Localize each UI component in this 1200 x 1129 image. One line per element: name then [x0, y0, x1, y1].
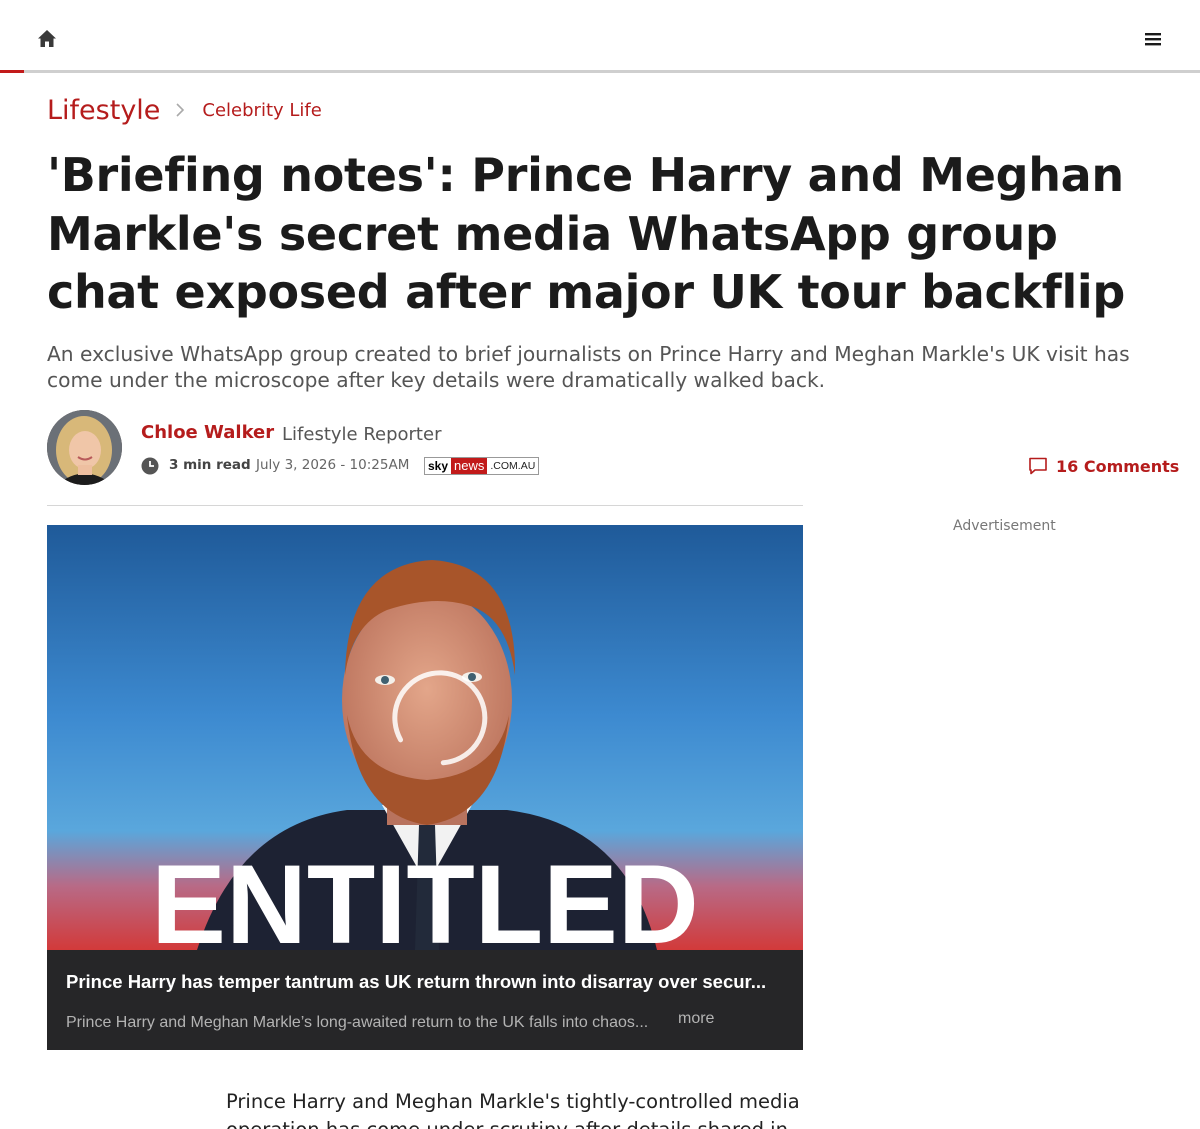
video-overlay-text: ENTITLED: [151, 842, 699, 950]
logo-news-text: news: [451, 458, 488, 474]
comments-count: 16 Comments: [1056, 456, 1180, 476]
clock-icon: [141, 457, 159, 475]
article-body: Prince Harry and Meghan Markle's tightly…: [226, 1088, 806, 1129]
breadcrumb: Lifestyle Celebrity Life: [47, 92, 322, 128]
nav-divider: [0, 70, 1200, 73]
article-standfirst: An exclusive WhatsApp group created to b…: [47, 342, 1130, 392]
sky-news-logo: sky news .COM.AU: [424, 457, 540, 475]
breadcrumb-subsection-link[interactable]: Celebrity Life: [202, 100, 321, 121]
video-title: Prince Harry has temper tantrum as UK re…: [66, 971, 767, 992]
comment-icon: [1028, 456, 1048, 476]
top-nav-bar: [0, 0, 1200, 73]
author-avatar[interactable]: [47, 410, 122, 485]
comments-link[interactable]: 16 Comments: [1028, 456, 1179, 476]
logo-domain-text: .COM.AU: [487, 458, 539, 474]
publish-date: July 3, 2026 - 10:25AM: [256, 457, 410, 473]
video-thumbnail: ENTITLED: [47, 525, 803, 950]
article-headline: 'Briefing notes': Prince Harry and Megha…: [47, 148, 1126, 319]
video-more-link[interactable]: more: [678, 1010, 714, 1028]
video-caption: Prince Harry has temper tantrum as UK re…: [47, 950, 803, 1050]
byline-divider: [47, 505, 803, 506]
logo-sky-text: sky: [425, 458, 452, 474]
author-name-link[interactable]: Chloe Walker: [141, 422, 274, 443]
article-body-line: Prince Harry and Meghan Markle's tightly…: [226, 1090, 800, 1113]
breadcrumb-section-link[interactable]: Lifestyle: [47, 95, 160, 126]
author-role: Lifestyle Reporter: [282, 424, 442, 445]
home-icon[interactable]: [34, 26, 60, 52]
read-time: 3 min read: [169, 457, 251, 473]
nav-accent-bar: [0, 70, 24, 73]
hamburger-menu-icon[interactable]: [1140, 26, 1166, 52]
advertisement-label: Advertisement: [953, 518, 1056, 534]
video-description: Prince Harry and Meghan Markle’s long-aw…: [66, 1014, 649, 1031]
video-player[interactable]: ENTITLED Prince Harry has temper tantrum…: [47, 525, 803, 1050]
chevron-right-icon: [174, 100, 186, 120]
article-body-line: operation has come under scrutiny after …: [226, 1116, 806, 1129]
